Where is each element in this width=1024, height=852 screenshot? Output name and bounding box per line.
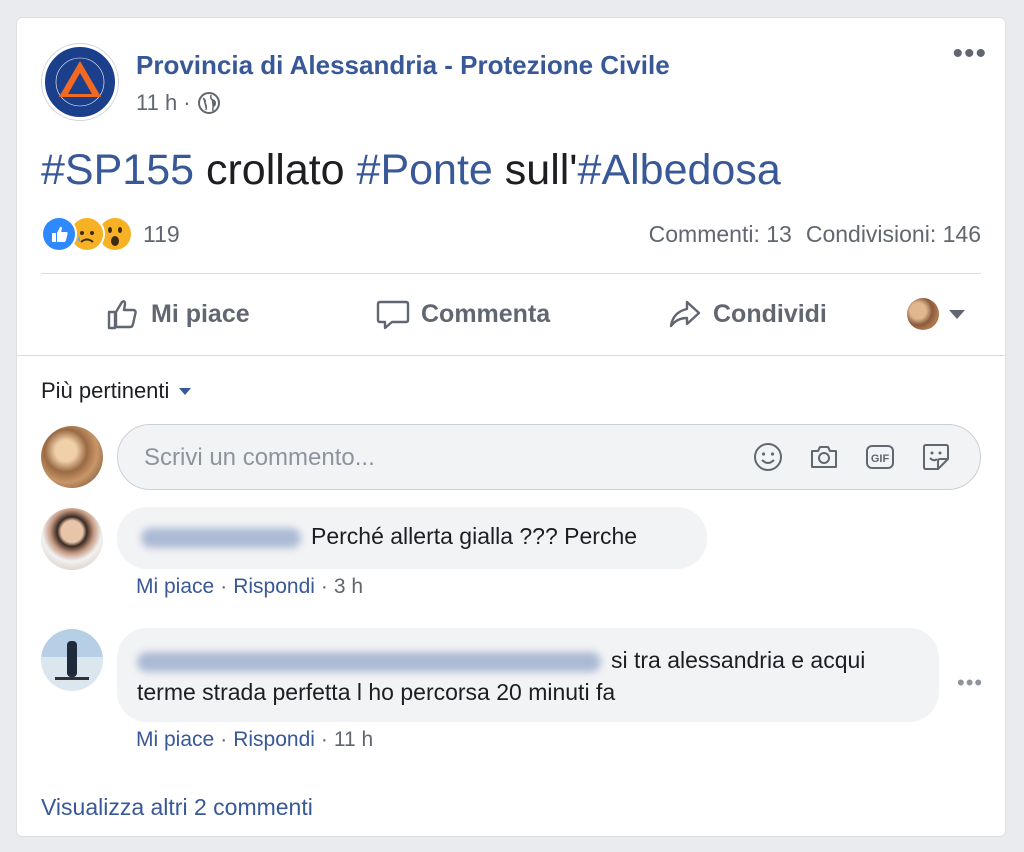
hashtag-albedosa[interactable]: #Albedosa (578, 146, 781, 194)
divider (41, 273, 981, 274)
post-actions-bar: Mi piace Commenta Condividi (41, 286, 981, 346)
comment-bubble: Perché allerta gialla ??? Perche (117, 507, 707, 569)
separator: · (220, 728, 228, 751)
ski-figure (55, 677, 89, 680)
post-text-segment: sull' (492, 146, 578, 194)
comment-timestamp[interactable]: 3 h (334, 575, 363, 599)
reactions-summary[interactable]: 119 (41, 216, 180, 252)
commenter-name-blurred[interactable] (137, 651, 601, 672)
share-button-label: Condividi (713, 299, 827, 328)
comment-sort-label: Più pertinenti (41, 378, 170, 403)
post-timestamp[interactable]: 11 h (136, 90, 177, 116)
current-user-avatar (907, 298, 939, 330)
comment-like-link[interactable]: Mi piace (136, 575, 214, 599)
comment-button-label: Commenta (421, 299, 551, 328)
sticker-icon[interactable] (920, 441, 952, 473)
chevron-down-icon (949, 309, 965, 319)
post-stats: Commenti: 13 Condivisioni: 146 (649, 221, 981, 248)
comment-actions: Mi piace · Rispondi · 3 h (136, 575, 363, 599)
current-user-avatar[interactable] (41, 426, 103, 488)
protezione-civile-logo-icon (48, 50, 112, 114)
post-meta: 11 h · (136, 90, 221, 116)
chevron-down-icon (179, 387, 192, 395)
page-logo[interactable] (42, 44, 118, 120)
gif-icon[interactable]: GIF (864, 441, 896, 473)
globe-icon[interactable] (197, 91, 221, 115)
comment-options-icon[interactable]: ••• (957, 670, 983, 696)
share-button[interactable]: Condividi (667, 296, 827, 332)
commenter-name-blurred[interactable] (141, 527, 301, 548)
divider (17, 355, 1005, 356)
comments-count-link[interactable]: Commenti: 13 (649, 221, 792, 248)
comment-timestamp[interactable]: 11 h (334, 728, 373, 752)
meta-separator: · (183, 90, 191, 115)
hashtag-sp155[interactable]: #SP155 (41, 146, 194, 194)
view-more-comments-link[interactable]: Visualizza altri 2 commenti (41, 794, 313, 821)
skier-figure (67, 641, 77, 677)
comment-actions: Mi piace · Rispondi · 11 h (136, 728, 373, 752)
separator: · (320, 728, 328, 751)
comment-input[interactable] (142, 425, 706, 491)
comment-reply-link[interactable]: Rispondi (233, 575, 315, 599)
shares-count-link[interactable]: Condivisioni: 146 (806, 221, 981, 248)
post-card: Provincia di Alessandria - Protezione Ci… (16, 17, 1006, 837)
post-text: #SP155 crollato #Ponte sull'#Albedosa (41, 146, 781, 195)
emoji-icon[interactable] (752, 441, 784, 473)
comment-composer: GIF (117, 424, 981, 491)
comment-reply-link[interactable]: Rispondi (233, 728, 315, 752)
camera-icon[interactable] (808, 441, 840, 473)
hashtag-ponte[interactable]: #Ponte (357, 146, 493, 194)
comment-button[interactable]: Commenta (375, 296, 550, 332)
like-reaction-icon (41, 216, 77, 252)
comment-bubble-icon (376, 300, 410, 330)
comment-sort-dropdown[interactable]: Più pertinenti (41, 378, 192, 404)
separator: · (320, 575, 328, 598)
comment-like-link[interactable]: Mi piace (136, 728, 214, 752)
comment-as-selector[interactable] (907, 298, 965, 330)
composer-tools: GIF (752, 441, 952, 473)
comment-bubble: si tra alessandria e acqui terme strada … (117, 628, 939, 722)
reaction-count: 119 (143, 220, 180, 247)
commenter-avatar[interactable] (41, 629, 103, 691)
like-button[interactable]: Mi piace (105, 296, 250, 332)
post-options-icon[interactable]: ••• (952, 39, 987, 69)
svg-text:GIF: GIF (871, 453, 890, 465)
like-button-label: Mi piace (151, 299, 250, 328)
page-name-link[interactable]: Provincia di Alessandria - Protezione Ci… (136, 50, 670, 81)
separator: · (220, 575, 228, 598)
comment-text: Perché allerta gialla ??? Perche (311, 523, 638, 549)
thumbs-up-icon (107, 300, 137, 330)
post-text-segment: crollato (194, 146, 357, 194)
share-arrow-icon (669, 300, 701, 328)
commenter-avatar[interactable] (41, 508, 103, 570)
